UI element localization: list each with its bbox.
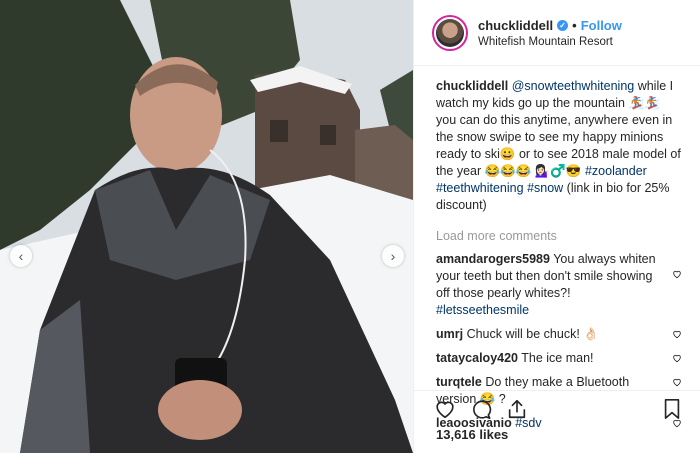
like-heart-icon[interactable] <box>434 398 456 420</box>
next-image-button[interactable]: › <box>382 245 404 267</box>
header-username[interactable]: chuckliddell <box>478 18 553 33</box>
comment-username[interactable]: turqtele <box>436 375 482 389</box>
location-link[interactable]: Whitefish Mountain Resort <box>478 36 622 48</box>
comment-text: The ice man! <box>518 351 594 365</box>
divider <box>414 390 700 391</box>
post-caption: chuckliddell @snowteethwhitening while I… <box>436 78 682 214</box>
post-sidebar: chuckliddell ✓ • Follow Whitefish Mounta… <box>413 0 700 453</box>
like-comment-heart-icon[interactable] <box>672 329 682 339</box>
follow-button[interactable]: Follow <box>581 18 622 33</box>
comment-username[interactable]: umrj <box>436 327 463 341</box>
separator-dot: • <box>572 17 577 33</box>
comments-section: chuckliddell @snowteethwhitening while I… <box>414 66 700 432</box>
likes-count[interactable]: 13,616 likes <box>436 427 508 442</box>
chevron-left-icon: ‹ <box>18 248 24 264</box>
bookmark-icon[interactable] <box>662 398 682 420</box>
comment-bubble-icon[interactable] <box>470 398 492 420</box>
caption-hashtag[interactable]: #snow <box>527 181 563 195</box>
load-more-comments-button[interactable]: Load more comments <box>436 228 682 245</box>
avatar[interactable] <box>432 14 468 51</box>
comment-hashtag[interactable]: #letsseethesmile <box>436 303 529 317</box>
photo-scene <box>0 0 413 453</box>
caption-hashtag[interactable]: #teethwhitening <box>436 181 524 195</box>
comment-username[interactable]: tataycaloy420 <box>436 351 518 365</box>
post-photo[interactable]: ‹ › <box>0 0 413 453</box>
instagram-post: ‹ › chuckliddell ✓ • Follow Whitefish Mo… <box>0 0 700 453</box>
comment-text: Chuck will be chuck! 👌🏻 <box>463 327 599 341</box>
verified-badge-icon: ✓ <box>557 19 569 31</box>
like-comment-heart-icon[interactable] <box>672 377 682 387</box>
caption-mention[interactable]: @snowteethwhitening <box>512 79 635 93</box>
share-icon[interactable] <box>506 398 528 420</box>
chevron-right-icon: › <box>390 248 396 264</box>
caption-username[interactable]: chuckliddell <box>436 79 508 93</box>
previous-image-button[interactable]: ‹ <box>10 245 32 267</box>
caption-hashtag[interactable]: #zoolander <box>585 164 647 178</box>
like-comment-heart-icon[interactable] <box>672 353 682 363</box>
comment-username[interactable]: amandarogers5989 <box>436 252 550 266</box>
comment: umrj Chuck will be chuck! 👌🏻 <box>436 326 682 343</box>
comment: tataycaloy420 The ice man! <box>436 350 682 367</box>
comment: amandarogers5989 You always whiten your … <box>436 251 682 319</box>
like-comment-heart-icon[interactable] <box>672 269 682 279</box>
action-bar <box>434 398 682 420</box>
post-header: chuckliddell ✓ • Follow Whitefish Mounta… <box>414 0 700 66</box>
